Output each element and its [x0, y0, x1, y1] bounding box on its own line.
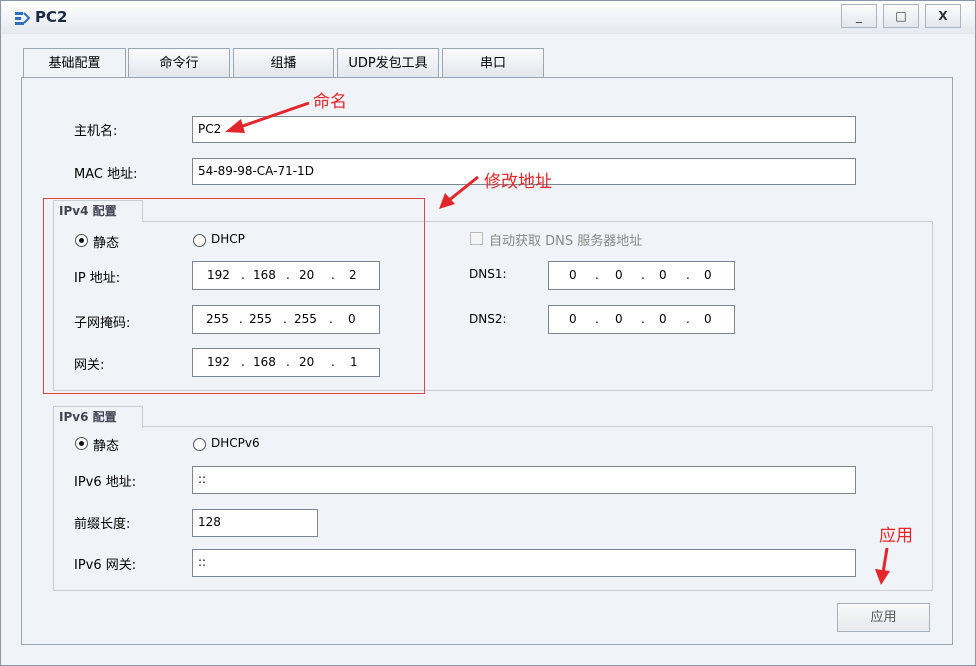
dns2-octet-2: 0: [615, 312, 623, 326]
dns2-label: DNS2:: [469, 312, 507, 326]
dns1-octet-4: 0: [704, 268, 712, 282]
annotation-apply: 应用: [879, 526, 913, 546]
close-button[interactable]: X: [925, 4, 961, 28]
tab-udp-tool[interactable]: UDP发包工具: [337, 48, 439, 78]
hostname-label: 主机名:: [74, 124, 118, 139]
dns1-octet-2: 0: [615, 268, 623, 282]
dns1-octet-3: 0: [659, 268, 667, 282]
ipv6-dhcp-label: DHCPv6: [211, 436, 260, 450]
ipv4-highlight-box: [43, 198, 425, 394]
mac-label: MAC 地址:: [74, 167, 138, 182]
ipv6-address-input[interactable]: ::: [192, 466, 856, 494]
window-title: PC2: [35, 8, 68, 26]
dns1-input[interactable]: 0 . 0 . 0 . 0: [548, 261, 735, 290]
dns1-label: DNS1:: [469, 267, 507, 281]
ipv6-group-title: IPv6 配置: [53, 406, 143, 428]
annotation-modify-address: 修改地址: [484, 172, 552, 192]
dns2-octet-4: 0: [704, 312, 712, 326]
hostname-input[interactable]: PC2: [192, 116, 856, 143]
ipv6-dhcp-radio[interactable]: [193, 438, 206, 451]
apply-button[interactable]: 应用: [837, 603, 930, 632]
title-bar[interactable]: PC2 _ □ X: [1, 1, 975, 34]
minimize-button[interactable]: _: [841, 4, 877, 28]
dns1-octet-1: 0: [569, 268, 577, 282]
maximize-button[interactable]: □: [883, 4, 919, 28]
annotation-naming: 命名: [313, 92, 347, 112]
ipv6-gateway-input[interactable]: ::: [192, 549, 856, 577]
pc-app-icon: [15, 12, 31, 25]
prefix-length-label: 前缀长度:: [74, 517, 131, 532]
ipv6-static-radio[interactable]: [75, 437, 88, 450]
ipv6-gateway-label: IPv6 网关:: [74, 558, 137, 573]
auto-dns-checkbox[interactable]: [470, 232, 483, 245]
dns2-octet-3: 0: [659, 312, 667, 326]
tab-basic-config[interactable]: 基础配置: [23, 48, 126, 79]
pc2-window: PC2 _ □ X 基础配置 命令行 组播 UDP发包工具 串口 主机名: PC…: [0, 0, 976, 666]
dns2-input[interactable]: 0 . 0 . 0 . 0: [548, 305, 735, 334]
ipv6-address-label: IPv6 地址:: [74, 475, 137, 490]
prefix-length-input[interactable]: 128: [192, 509, 318, 537]
tab-serial[interactable]: 串口: [442, 48, 544, 78]
auto-dns-label: 自动获取 DNS 服务器地址: [489, 234, 643, 249]
tab-command-line[interactable]: 命令行: [128, 48, 230, 78]
tab-multicast[interactable]: 组播: [233, 48, 334, 78]
ipv6-static-label: 静态: [93, 439, 120, 454]
dns2-octet-1: 0: [569, 312, 577, 326]
